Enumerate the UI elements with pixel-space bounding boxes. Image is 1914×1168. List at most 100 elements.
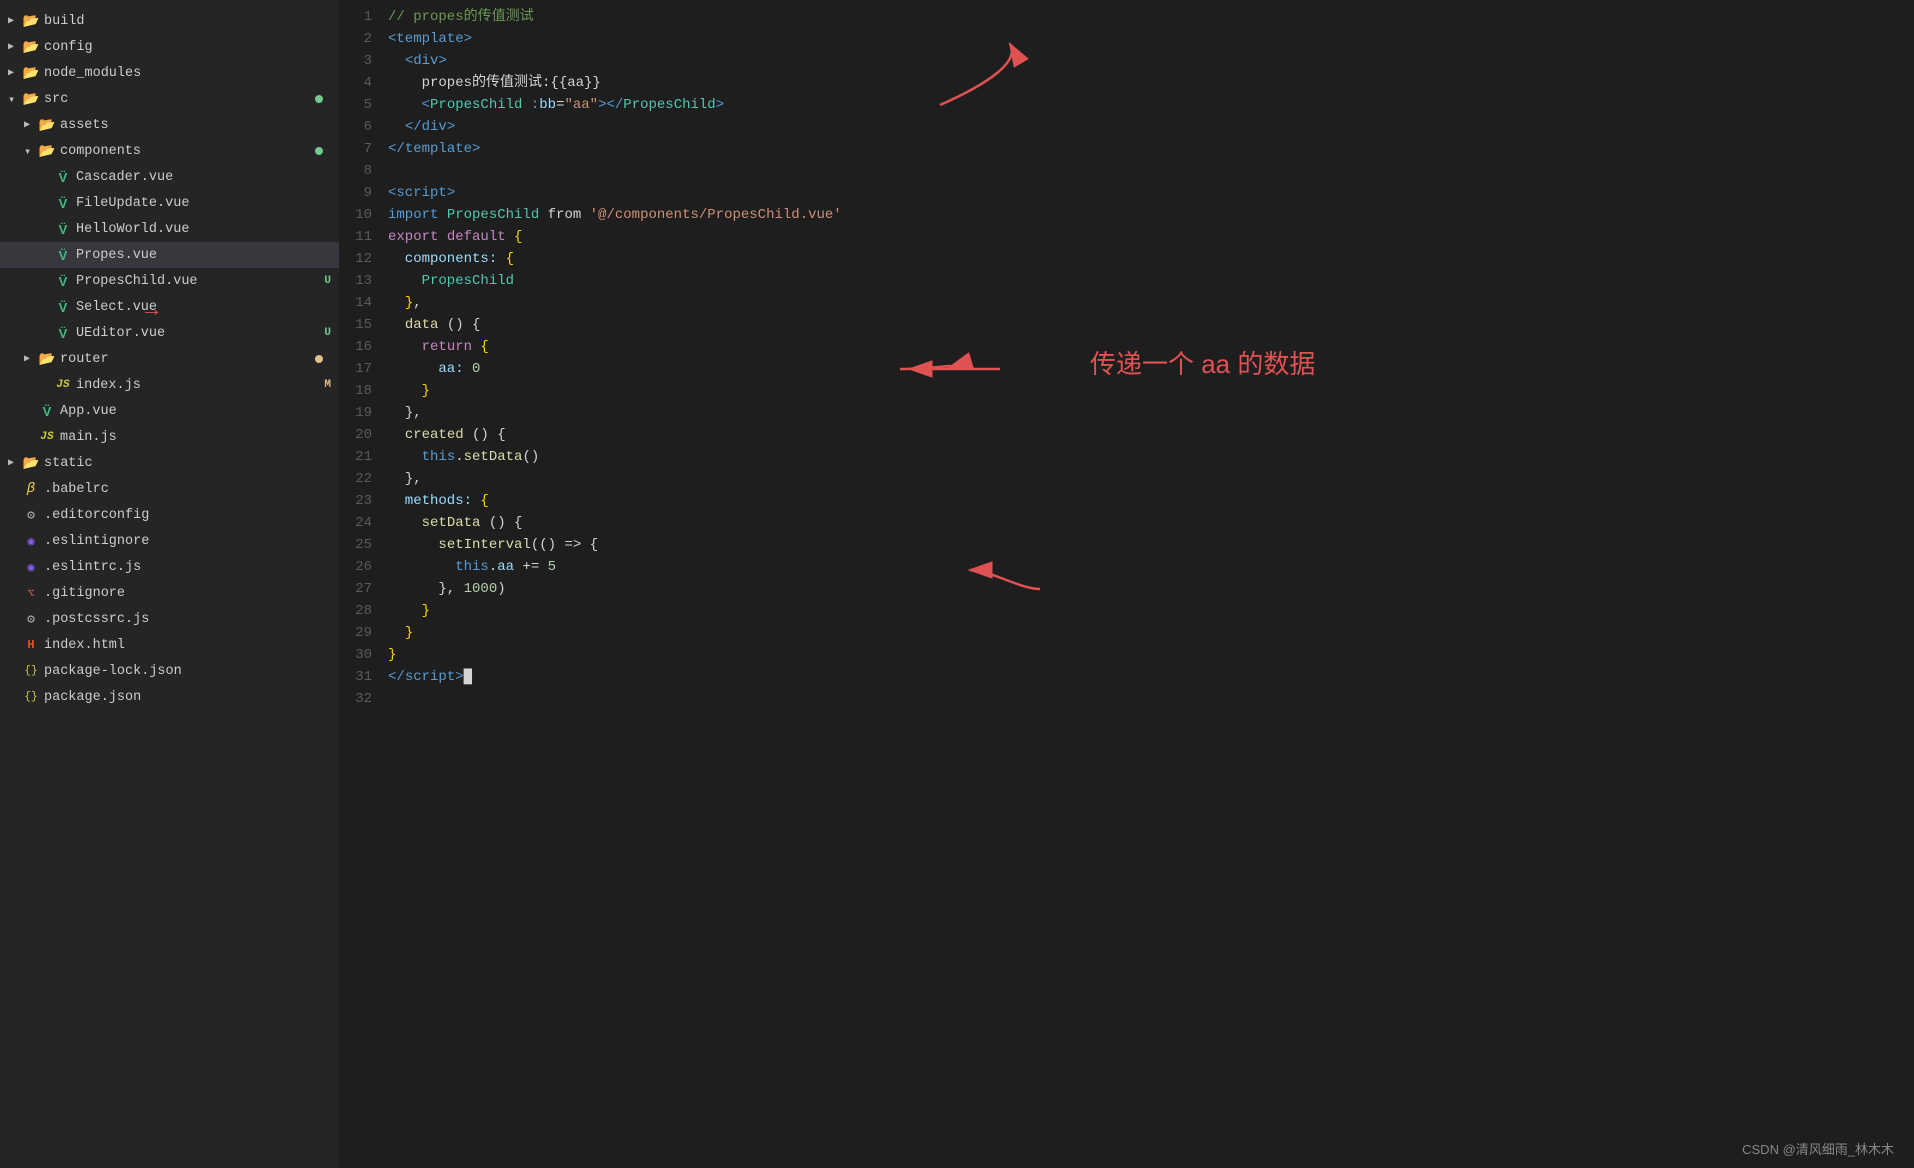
sidebar-item-PropesChild-vue[interactable]: V̈PropesChild.vueU bbox=[0, 268, 339, 294]
js-file-icon: JS bbox=[54, 379, 72, 391]
sidebar-item-src[interactable]: 📂src bbox=[0, 86, 339, 112]
file-label: Select.vue bbox=[76, 300, 331, 315]
chevron-right-icon bbox=[24, 119, 38, 131]
sidebar-item-components[interactable]: 📂components bbox=[0, 138, 339, 164]
sidebar-item--eslintignore[interactable]: ◉.eslintignore bbox=[0, 528, 339, 554]
sidebar-item-UEditor-vue[interactable]: V̈UEditor.vueU bbox=[0, 320, 339, 346]
code-editor: 1234567891011121314151617181920212223242… bbox=[340, 0, 1914, 1168]
code-token: </ bbox=[606, 97, 623, 113]
sidebar-item-build[interactable]: 📂build bbox=[0, 8, 339, 34]
sidebar-item-Cascader-vue[interactable]: V̈Cascader.vue bbox=[0, 164, 339, 190]
code-token: script bbox=[396, 185, 446, 201]
code-token bbox=[388, 449, 422, 465]
code-line: data () { bbox=[388, 314, 1894, 336]
line-number: 16 bbox=[348, 336, 372, 358]
line-number: 13 bbox=[348, 270, 372, 292]
chevron-right-icon bbox=[8, 15, 22, 27]
sidebar-item-package-lock-json[interactable]: {}package-lock.json bbox=[0, 658, 339, 684]
folder-file-icon: 📂 bbox=[22, 91, 40, 108]
code-token: . bbox=[455, 449, 463, 465]
file-label: UEditor.vue bbox=[76, 326, 318, 341]
sidebar-item--postcssrc-js[interactable]: ⚙.postcssrc.js bbox=[0, 606, 339, 632]
code-token: < bbox=[405, 53, 413, 69]
code-token bbox=[388, 119, 405, 135]
code-token: < bbox=[422, 97, 430, 113]
sidebar-item-static[interactable]: 📂static bbox=[0, 450, 339, 476]
file-label: Propes.vue bbox=[76, 248, 331, 263]
code-line bbox=[388, 688, 1894, 710]
line-number: 19 bbox=[348, 402, 372, 424]
code-line: </div> bbox=[388, 116, 1894, 138]
file-label: FileUpdate.vue bbox=[76, 196, 331, 211]
code-token: > bbox=[447, 185, 455, 201]
sidebar-item-assets[interactable]: 📂assets bbox=[0, 112, 339, 138]
line-number: 18 bbox=[348, 380, 372, 402]
file-label: package.json bbox=[44, 690, 331, 705]
line-number: 2 bbox=[348, 28, 372, 50]
line-number: 23 bbox=[348, 490, 372, 512]
code-scroll-area[interactable]: 1234567891011121314151617181920212223242… bbox=[340, 0, 1914, 1168]
sidebar-item-main-js[interactable]: JSmain.js bbox=[0, 424, 339, 450]
code-token: template bbox=[405, 141, 472, 157]
line-number: 25 bbox=[348, 534, 372, 556]
code-line: </template> bbox=[388, 138, 1894, 160]
sidebar-item-config[interactable]: 📂config bbox=[0, 34, 339, 60]
code-token: } bbox=[422, 383, 430, 399]
line-number: 21 bbox=[348, 446, 372, 468]
sidebar-item-index-html[interactable]: Hindex.html bbox=[0, 632, 339, 658]
code-token: > bbox=[464, 31, 472, 47]
code-line: }, 1000) bbox=[388, 578, 1894, 600]
file-explorer: 📂build📂config📂node_modules📂src📂assets📂co… bbox=[0, 0, 340, 1168]
code-token: }, bbox=[405, 405, 422, 421]
sidebar-item-router[interactable]: 📂router bbox=[0, 346, 339, 372]
folder-file-icon: 📂 bbox=[38, 351, 56, 368]
line-number: 3 bbox=[348, 50, 372, 72]
modified-dot bbox=[315, 147, 323, 155]
code-token: from bbox=[539, 207, 589, 223]
vue-file-icon: V̈ bbox=[54, 326, 72, 341]
sidebar-item-package-json[interactable]: {}package.json bbox=[0, 684, 339, 710]
file-label: PropesChild.vue bbox=[76, 274, 318, 289]
vue-file-icon: V̈ bbox=[54, 300, 72, 315]
sidebar-item-Propes-vue[interactable]: V̈Propes.vue bbox=[0, 242, 339, 268]
sidebar-item--editorconfig[interactable]: ⚙.editorconfig bbox=[0, 502, 339, 528]
sidebar-item-Select-vue[interactable]: V̈ Select.vue bbox=[0, 294, 339, 320]
line-number: 6 bbox=[348, 116, 372, 138]
code-content[interactable]: // propes的传值测试<template> <div> propes的传值… bbox=[388, 6, 1914, 1148]
code-token: > bbox=[716, 97, 724, 113]
code-token: script bbox=[405, 669, 455, 685]
line-number: 14 bbox=[348, 292, 372, 314]
sidebar-item-FileUpdate-vue[interactable]: V̈FileUpdate.vue bbox=[0, 190, 339, 216]
code-token: </ bbox=[388, 141, 405, 157]
sidebar-item--babelrc[interactable]: β.babelrc bbox=[0, 476, 339, 502]
sidebar-item-node_modules[interactable]: 📂node_modules bbox=[0, 60, 339, 86]
code-token bbox=[388, 295, 405, 311]
chevron-down-icon bbox=[8, 92, 22, 107]
line-number: 32 bbox=[348, 688, 372, 710]
vue-file-icon: V̈ bbox=[54, 170, 72, 185]
sidebar-item-index-js[interactable]: JSindex.jsM bbox=[0, 372, 339, 398]
sidebar-item--gitignore[interactable]: ⌥.gitignore bbox=[0, 580, 339, 606]
code-token: > bbox=[438, 53, 446, 69]
sidebar-item-HelloWorld-vue[interactable]: V̈HelloWorld.vue bbox=[0, 216, 339, 242]
modified-dot bbox=[315, 95, 323, 103]
code-token: . bbox=[489, 559, 497, 575]
sidebar-item-App-vue[interactable]: V̈App.vue bbox=[0, 398, 339, 424]
code-token: created bbox=[405, 427, 464, 443]
code-line: export default { bbox=[388, 226, 1894, 248]
file-label: index.html bbox=[44, 638, 331, 653]
line-number: 17 bbox=[348, 358, 372, 380]
file-label: assets bbox=[60, 118, 331, 133]
line-number: 22 bbox=[348, 468, 372, 490]
line-number: 9 bbox=[348, 182, 372, 204]
line-number: 1 bbox=[348, 6, 372, 28]
code-token: PropesChild bbox=[447, 207, 539, 223]
file-badge: M bbox=[324, 379, 331, 391]
code-token: {{aa}} bbox=[550, 75, 600, 91]
sidebar-item--eslintrc-js[interactable]: ◉.eslintrc.js bbox=[0, 554, 339, 580]
code-line: aa: 0 bbox=[388, 358, 1894, 380]
line-number: 12 bbox=[348, 248, 372, 270]
code-token: > bbox=[472, 141, 480, 157]
line-number: 20 bbox=[348, 424, 372, 446]
code-line: <PropesChild :bb="aa"></PropesChild> bbox=[388, 94, 1894, 116]
